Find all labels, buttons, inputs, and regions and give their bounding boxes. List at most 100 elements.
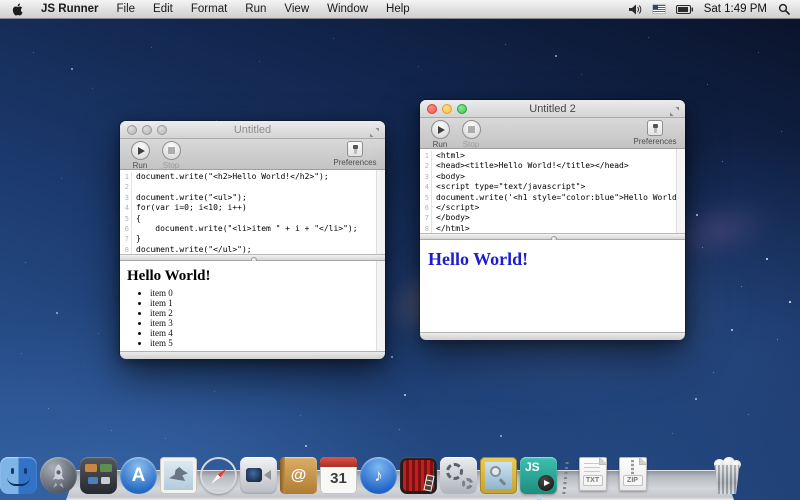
mission-control-icon[interactable] (80, 457, 117, 494)
minimize-button[interactable] (442, 104, 452, 114)
menu-app-name[interactable]: JS Runner (32, 0, 108, 19)
stop-icon (468, 126, 475, 133)
preferences-label: Preferences (629, 137, 681, 146)
play-icon (544, 480, 550, 486)
code-line: 5{ (120, 214, 385, 224)
window-untitled: Untitled Run Stop Preferences 1document.… (120, 121, 385, 358)
scrollbar[interactable] (676, 149, 685, 233)
output-pane: Hello World! item 0 item 1 item 2 item 3… (120, 261, 385, 351)
preferences-button[interactable]: Preferences (329, 141, 381, 167)
code-line: 5document.write('<h1 style="color:blue">… (420, 193, 685, 203)
stop-icon (168, 147, 175, 154)
menu-format[interactable]: Format (182, 0, 236, 19)
preview-icon[interactable] (480, 457, 517, 494)
menu-file[interactable]: File (108, 0, 145, 19)
menu-run[interactable]: Run (236, 0, 275, 19)
app-store-glyph: A (132, 465, 146, 487)
window-bottom-bar (420, 332, 685, 340)
toolbar: Run Stop Preferences (420, 118, 685, 149)
run-button[interactable]: Run (123, 141, 157, 170)
dock-separator (560, 460, 571, 494)
compass-needle-icon (209, 466, 227, 484)
zoom-button[interactable] (457, 104, 467, 114)
txt-label: TXT (583, 475, 603, 486)
code-editor[interactable]: 1document.write("<h2>Hello World!</h2>")… (120, 170, 385, 255)
stop-button[interactable]: Stop (454, 120, 488, 149)
close-button[interactable] (127, 125, 137, 135)
apple-logo-icon (12, 3, 23, 16)
play-icon (138, 147, 145, 155)
battery-icon[interactable] (676, 5, 693, 14)
gear-icon (446, 463, 463, 480)
run-label: Run (423, 140, 457, 149)
code-editor[interactable]: 1<html> 2<head><title>Hello World!</titl… (420, 149, 685, 234)
code-line: 3document.write("<ul>"); (120, 193, 385, 203)
list-item: item 5 (150, 338, 385, 348)
list-item: item 2 (150, 308, 385, 318)
gear-icon (462, 478, 473, 489)
code-line: 4for(var i=0; i<10; i++) (120, 203, 385, 213)
app-store-icon[interactable]: A (120, 457, 157, 494)
itunes-icon[interactable]: ♪ (360, 457, 397, 494)
list-item: item 3 (150, 318, 385, 328)
facetime-icon[interactable] (240, 457, 277, 494)
txt-file-icon[interactable]: TXT (574, 457, 611, 494)
fullscreen-icon[interactable] (369, 125, 380, 136)
preferences-icon (647, 120, 663, 136)
menu-clock[interactable]: Sat 1:49 PM (704, 3, 767, 15)
safari-icon[interactable] (200, 457, 237, 494)
code-line: 1document.write("<h2>Hello World!</h2>")… (120, 172, 385, 182)
apple-menu[interactable] (0, 3, 32, 16)
address-book-icon[interactable]: @ (280, 457, 317, 494)
close-button[interactable] (427, 104, 437, 114)
magnifier-icon (490, 466, 501, 477)
preferences-label: Preferences (329, 158, 381, 167)
zip-file-icon[interactable]: ZIP (614, 457, 651, 494)
trash-icon[interactable] (710, 458, 744, 494)
code-line: 6</script> (420, 203, 685, 213)
photo-booth-icon[interactable] (400, 457, 437, 494)
finder-icon[interactable] (0, 457, 37, 494)
fullscreen-icon[interactable] (669, 104, 680, 115)
preferences-button[interactable]: Preferences (629, 120, 681, 146)
code-line: 8document.write("</ul>"); (120, 245, 385, 255)
code-line: 4<script type="text/javascript"> (420, 182, 685, 192)
menu-bar: JS Runner File Edit Format Run View Wind… (0, 0, 800, 19)
js-runner-icon[interactable]: JS (520, 457, 557, 494)
code-line: 2 (120, 182, 385, 192)
list-item: item 1 (150, 298, 385, 308)
dock: A @ 31 ♪ JS (0, 448, 800, 500)
output-list: item 0 item 1 item 2 item 3 item 4 item … (150, 288, 385, 348)
scrollbar[interactable] (376, 261, 385, 351)
input-language-flag-icon[interactable] (653, 5, 665, 13)
run-button[interactable]: Run (423, 120, 457, 149)
code-line: 3<body> (420, 172, 685, 182)
titlebar[interactable]: Untitled (120, 121, 385, 139)
spotlight-icon[interactable] (778, 3, 790, 15)
output-heading: Hello World! (428, 249, 685, 270)
menu-help[interactable]: Help (377, 0, 419, 19)
code-line: 7</body> (420, 213, 685, 223)
stop-label: Stop (454, 140, 488, 149)
list-item: item 0 (150, 288, 385, 298)
at-glyph: @ (291, 467, 307, 485)
zoom-button[interactable] (157, 125, 167, 135)
launchpad-icon[interactable] (40, 457, 77, 494)
system-preferences-icon[interactable] (440, 457, 477, 494)
toolbar: Run Stop Preferences (120, 139, 385, 170)
menu-edit[interactable]: Edit (144, 0, 182, 19)
window-title: Untitled 2 (529, 103, 575, 115)
ical-icon[interactable]: 31 (320, 457, 357, 494)
menu-view[interactable]: View (275, 0, 318, 19)
zip-label: ZIP (623, 475, 643, 486)
code-line: 1<html> (420, 151, 685, 161)
minimize-button[interactable] (142, 125, 152, 135)
menu-window[interactable]: Window (318, 0, 377, 19)
js-glyph: JS (525, 460, 540, 474)
mail-icon[interactable] (160, 457, 197, 494)
window-untitled-2: Untitled 2 Run Stop Preferences 1<html> … (420, 100, 685, 338)
volume-icon[interactable] (629, 4, 642, 15)
stop-button[interactable]: Stop (154, 141, 188, 170)
scrollbar[interactable] (376, 170, 385, 254)
titlebar[interactable]: Untitled 2 (420, 100, 685, 118)
